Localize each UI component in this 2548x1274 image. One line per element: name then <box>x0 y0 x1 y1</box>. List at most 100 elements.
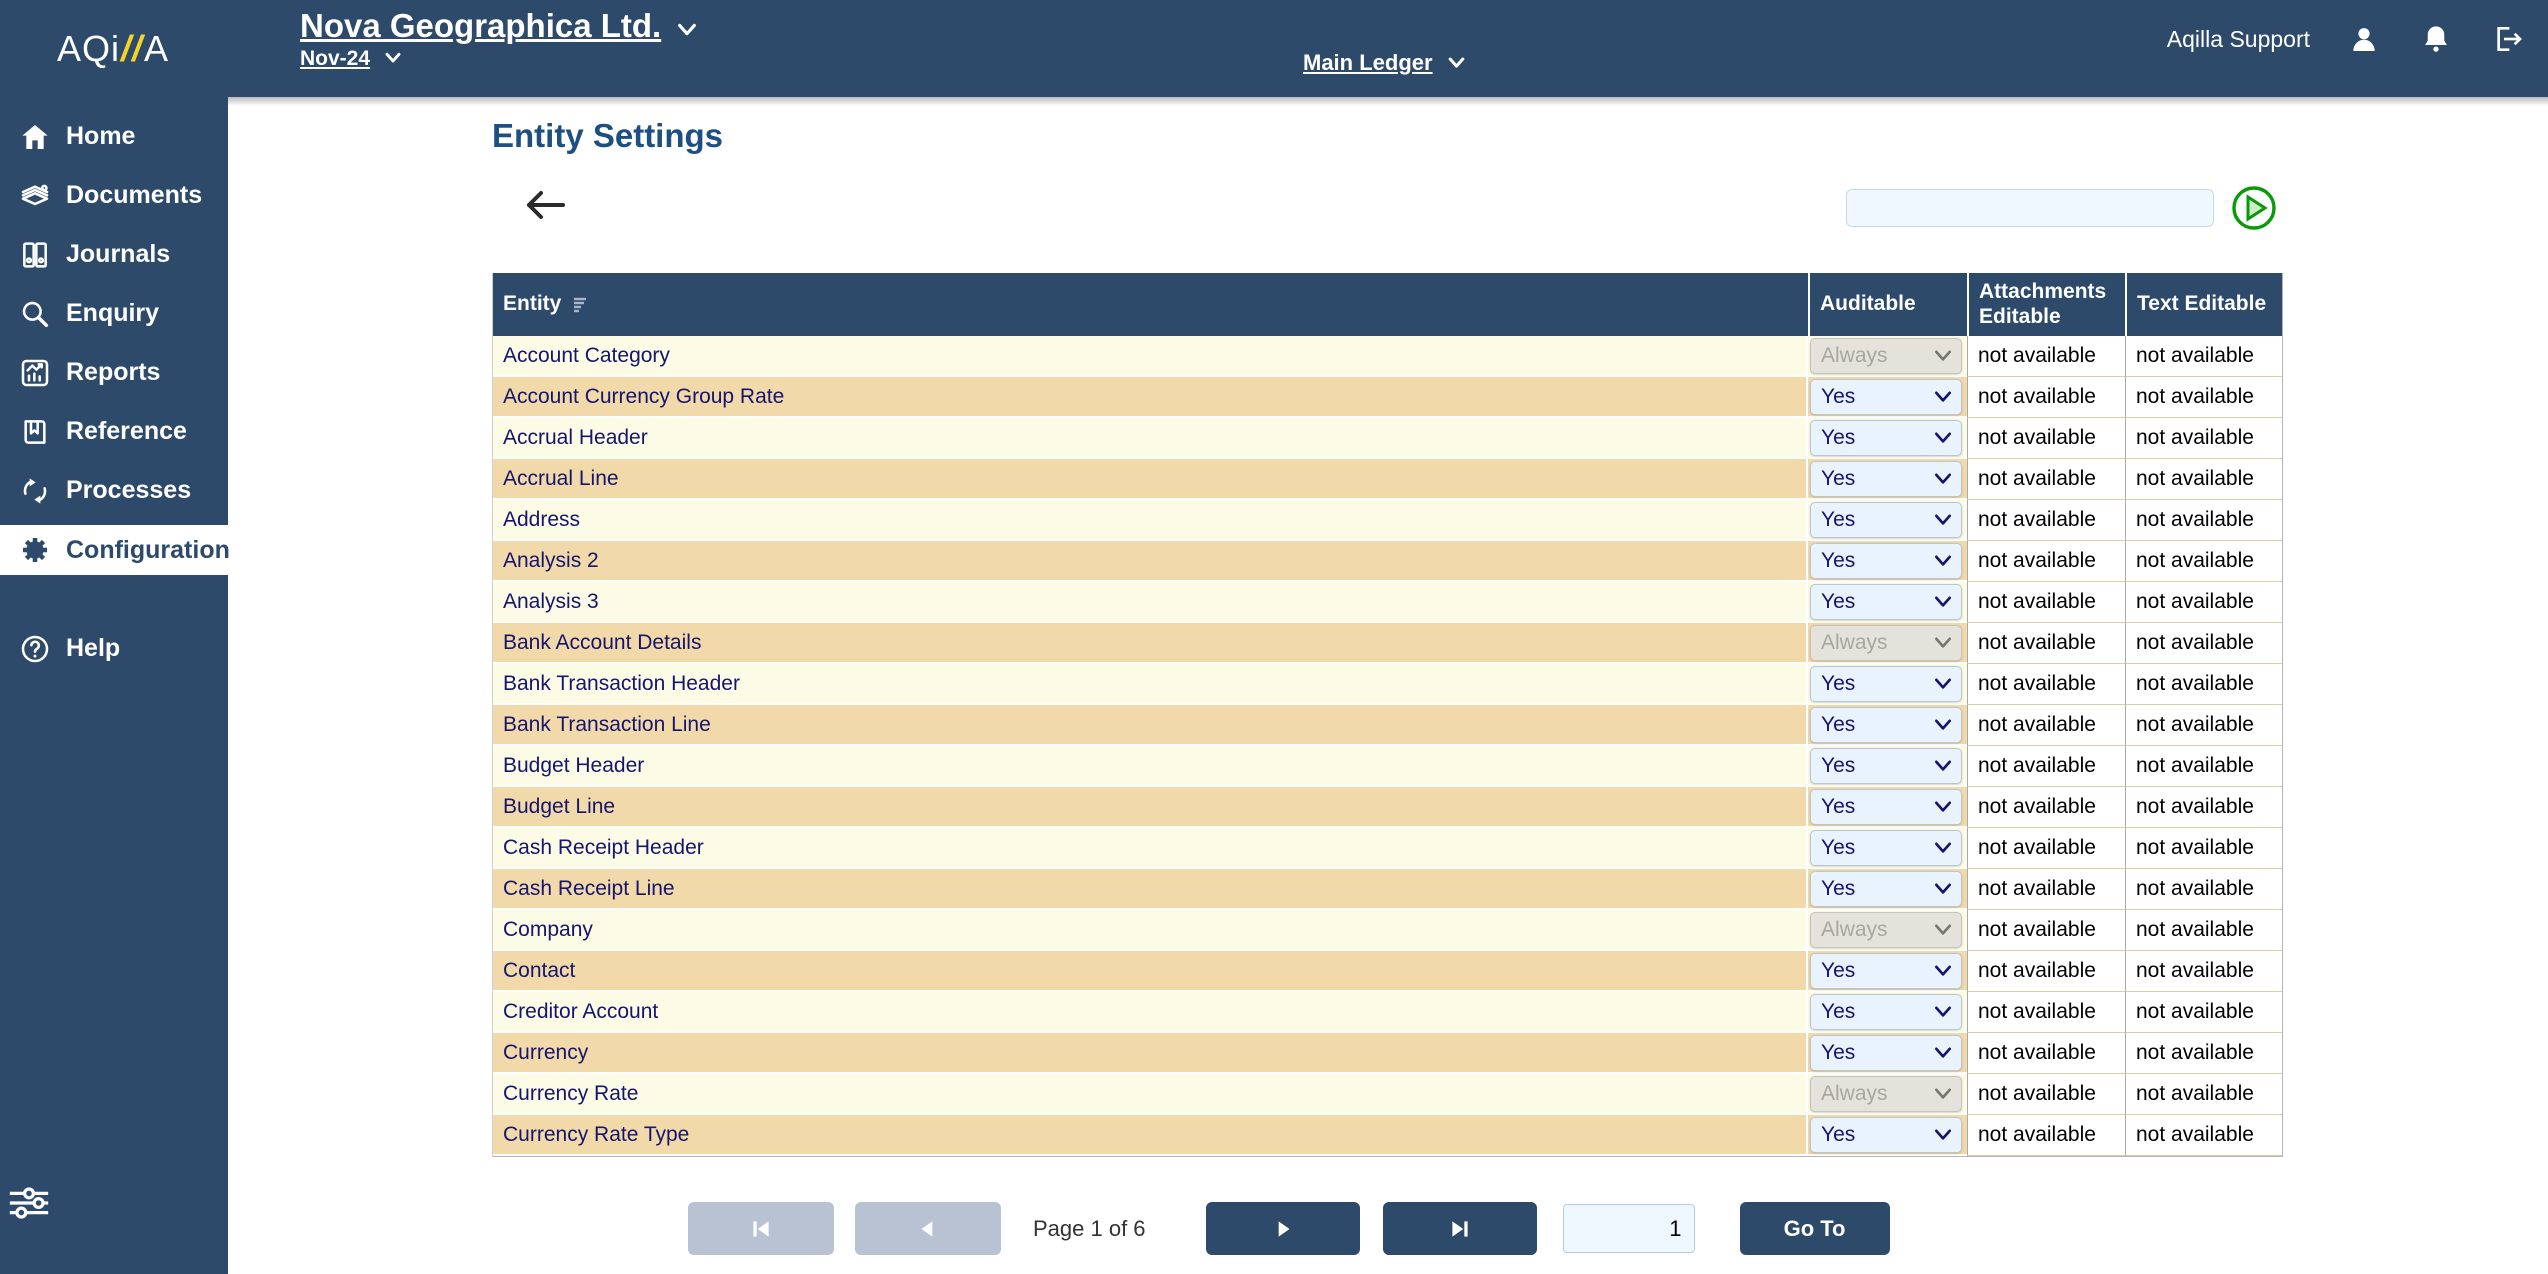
chevron-down-icon[interactable] <box>384 51 402 70</box>
sidebar-item-journals[interactable]: Journals <box>0 225 228 284</box>
page-number-input[interactable] <box>1563 1204 1695 1253</box>
main-content: Entity Settings Entity Auditable Attachm… <box>228 97 2548 1274</box>
sidebar-item-configuration[interactable]: Configuration <box>0 525 228 575</box>
auditable-select[interactable]: Yes <box>1811 1118 1961 1152</box>
auditable-select[interactable]: Yes <box>1811 954 1961 988</box>
back-button[interactable] <box>518 179 570 231</box>
table-row: Budget Header Yes not available not avai… <box>493 746 2282 787</box>
sidebar-item-enquiry[interactable]: Enquiry <box>0 284 228 343</box>
chevron-down-icon[interactable] <box>1447 56 1466 75</box>
auditable-select[interactable]: Yes <box>1811 1036 1961 1070</box>
logout-icon[interactable] <box>2490 21 2526 57</box>
auditable-select[interactable]: Yes <box>1811 831 1961 865</box>
auditable-select[interactable]: Yes <box>1811 667 1961 701</box>
auditable-select[interactable]: Yes <box>1811 872 1961 906</box>
user-profile-icon[interactable] <box>2346 21 2382 57</box>
top-bar: AQi//A Nova Geographica Ltd. Nov-24 Main… <box>0 0 2548 97</box>
sidebar-item-help[interactable]: Help <box>0 619 228 678</box>
user-name: Aqilla Support <box>2167 26 2310 53</box>
table-row: Contact Yes not available not available <box>493 951 2282 992</box>
table-row: Cash Receipt Header Yes not available no… <box>493 828 2282 869</box>
sidebar-item-reports[interactable]: Reports <box>0 343 228 402</box>
auditable-select[interactable]: Yes <box>1811 421 1961 455</box>
auditable-cell: Always <box>1808 1074 1967 1115</box>
text-editable-cell: not available <box>2125 828 2282 869</box>
sidebar-item-reference[interactable]: Reference <box>0 402 228 461</box>
auditable-select[interactable]: Yes <box>1811 462 1961 496</box>
attachments-editable-cell: not available <box>1967 418 2125 459</box>
pagination-bar: Page 1 of 6 Go To <box>688 1202 1890 1255</box>
auditable-select[interactable]: Yes <box>1811 790 1961 824</box>
table-row: Bank Account Details Always not availabl… <box>493 623 2282 664</box>
auditable-cell: Yes <box>1808 869 1967 910</box>
table-row: Currency Rate Type Yes not available not… <box>493 1115 2282 1156</box>
chevron-down-icon[interactable] <box>676 22 698 43</box>
search-icon <box>18 297 52 331</box>
column-header-attachments-editable[interactable]: Attachments Editable <box>1967 273 2125 336</box>
gear-icon <box>18 533 52 567</box>
company-selector[interactable]: Nova Geographica Ltd. <box>300 7 661 45</box>
attachments-editable-cell: not available <box>1967 623 2125 664</box>
page-title: Entity Settings <box>492 117 723 155</box>
sidebar-item-home[interactable]: Home <box>0 107 228 166</box>
filter-sliders-icon[interactable] <box>6 1180 52 1226</box>
column-header-entity[interactable]: Entity <box>493 273 1808 336</box>
column-header-auditable[interactable]: Auditable <box>1808 273 1967 336</box>
auditable-cell: Yes <box>1808 992 1967 1033</box>
text-editable-cell: not available <box>2125 705 2282 746</box>
text-editable-cell: not available <box>2125 664 2282 705</box>
attachments-editable-cell: not available <box>1967 746 2125 787</box>
attachments-editable-cell: not available <box>1967 1115 2125 1156</box>
auditable-cell: Yes <box>1808 541 1967 582</box>
attachments-editable-cell: not available <box>1967 1074 2125 1115</box>
entity-name-cell: Bank Account Details <box>493 623 1808 664</box>
entity-name-cell: Bank Transaction Line <box>493 705 1808 746</box>
auditable-cell: Yes <box>1808 746 1967 787</box>
text-editable-cell: not available <box>2125 582 2282 623</box>
auditable-select[interactable]: Yes <box>1811 749 1961 783</box>
table-header-row: Entity Auditable Attachments Editable Te… <box>493 273 2282 336</box>
last-page-button[interactable] <box>1383 1202 1537 1255</box>
column-header-text-editable[interactable]: Text Editable <box>2125 273 2282 336</box>
auditable-cell: Always <box>1808 623 1967 664</box>
table-row: Bank Transaction Header Yes not availabl… <box>493 664 2282 705</box>
auditable-cell: Yes <box>1808 582 1967 623</box>
auditable-select[interactable]: Yes <box>1811 708 1961 742</box>
auditable-select[interactable]: Yes <box>1811 585 1961 619</box>
previous-page-button[interactable] <box>855 1202 1001 1255</box>
text-editable-cell: not available <box>2125 1033 2282 1074</box>
entity-name-cell: Accrual Line <box>493 459 1808 500</box>
text-editable-cell: not available <box>2125 1115 2282 1156</box>
attachments-editable-cell: not available <box>1967 664 2125 705</box>
auditable-select: Always <box>1811 626 1961 660</box>
entity-name-cell: Cash Receipt Line <box>493 869 1808 910</box>
auditable-cell: Yes <box>1808 1033 1967 1074</box>
search-go-button[interactable] <box>2231 185 2277 231</box>
text-editable-cell: not available <box>2125 951 2282 992</box>
sidebar-item-label: Help <box>66 634 120 663</box>
first-page-button[interactable] <box>688 1202 834 1255</box>
period-selector[interactable]: Nov-24 <box>300 47 370 70</box>
attachments-editable-cell: not available <box>1967 910 2125 951</box>
search-input[interactable] <box>1846 189 2214 227</box>
auditable-cell: Always <box>1808 910 1967 951</box>
auditable-select[interactable]: Yes <box>1811 503 1961 537</box>
text-editable-cell: not available <box>2125 500 2282 541</box>
text-editable-cell: not available <box>2125 459 2282 500</box>
notifications-bell-icon[interactable] <box>2418 21 2454 57</box>
sidebar-item-documents[interactable]: Documents <box>0 166 228 225</box>
sidebar-item-label: Enquiry <box>66 299 159 328</box>
table-row: Budget Line Yes not available not availa… <box>493 787 2282 828</box>
next-page-button[interactable] <box>1206 1202 1360 1255</box>
entity-name-cell: Analysis 2 <box>493 541 1808 582</box>
sidebar-item-processes[interactable]: Processes <box>0 461 228 520</box>
ledger-selector[interactable]: Main Ledger <box>1303 50 1433 75</box>
home-icon <box>18 120 52 154</box>
logo-text: AQi <box>57 28 120 70</box>
goto-page-button[interactable]: Go To <box>1740 1202 1890 1255</box>
entity-name-cell: Bank Transaction Header <box>493 664 1808 705</box>
auditable-select[interactable]: Yes <box>1811 380 1961 414</box>
auditable-select[interactable]: Yes <box>1811 995 1961 1029</box>
logo-slashes: // <box>120 28 144 70</box>
auditable-select[interactable]: Yes <box>1811 544 1961 578</box>
